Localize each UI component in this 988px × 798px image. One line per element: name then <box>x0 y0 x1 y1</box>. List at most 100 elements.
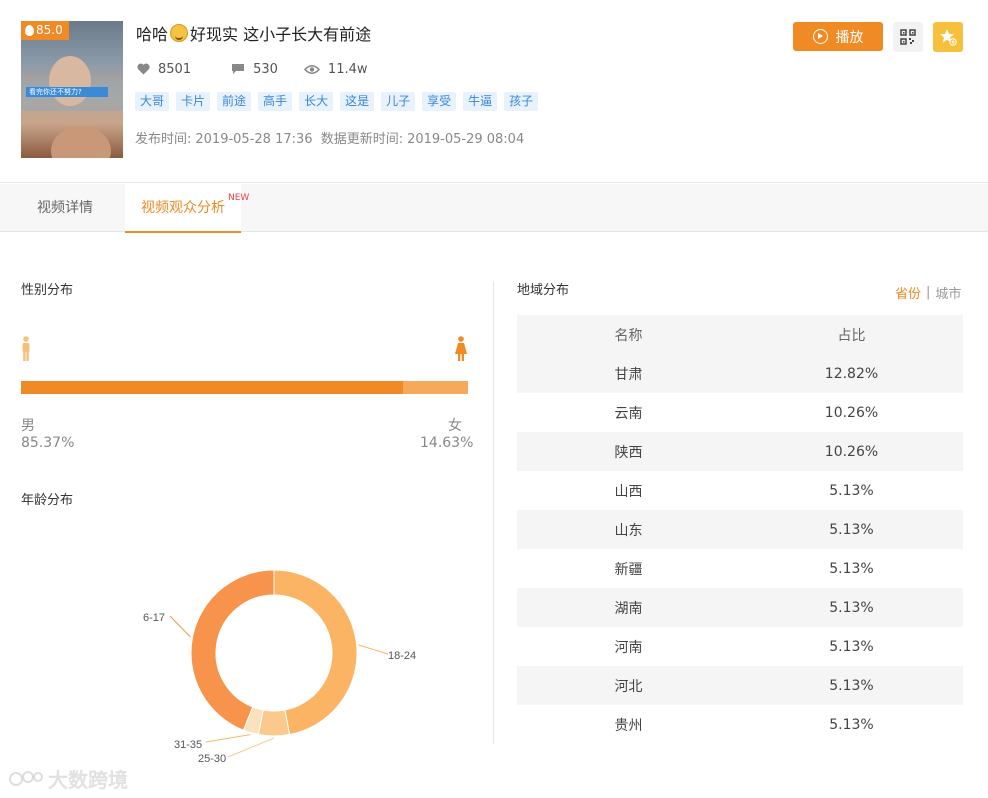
region-share: 5.13% <box>740 471 963 510</box>
donut-leader-line <box>227 737 275 758</box>
video-header: 看完你还不努力? 85.0 哈哈 好现实 这小子长大有前途 8501 530 1… <box>0 0 988 183</box>
table-row: 湖南 5.13% <box>517 588 963 627</box>
video-thumbnail[interactable]: 看完你还不努力? 85.0 <box>21 21 123 158</box>
toggle-province[interactable]: 省份 <box>895 283 921 302</box>
region-table: 名称 占比 甘肃 12.82% 云南 10.26% 陕西 10.26% 山西 5.13% 山东 5… <box>517 315 963 744</box>
watermark: 大数跨境 <box>8 764 128 793</box>
play-label: 播放 <box>835 29 864 46</box>
region-name: 甘肃 <box>517 354 740 393</box>
table-row: 河南 5.13% <box>517 627 963 666</box>
donut-slice-25-30[interactable] <box>257 709 291 737</box>
qr-code-button[interactable] <box>893 22 923 52</box>
tag-item[interactable]: 这是 <box>340 92 375 111</box>
male-ratio-fill <box>21 381 403 394</box>
grin-emoji-icon <box>170 24 189 42</box>
age-donut-svg: 18-24 25-30 31-35 6-17 <box>143 569 416 765</box>
likes-stat: 8501 <box>137 62 191 77</box>
tag-list: 大哥 卡片 前途 高手 长大 这是 儿子 享受 牛逼 孩子 <box>135 92 539 111</box>
tab-video-details[interactable]: 视频详情 <box>22 184 108 232</box>
female-percent: 14.63% <box>420 435 474 451</box>
region-name: 湖南 <box>517 588 740 627</box>
region-name: 河南 <box>517 627 740 666</box>
region-name: 山西 <box>517 471 740 510</box>
table-row: 山西 5.13% <box>517 471 963 510</box>
tag-item[interactable]: 儿子 <box>381 92 416 111</box>
update-label: 数据更新时间: <box>320 132 404 147</box>
age-section-title: 年龄分布 <box>21 493 74 508</box>
tab-bar: 视频详情 视频观众分析 <box>0 184 988 233</box>
table-row: 云南 10.26% <box>517 393 963 432</box>
tab-audience-analysis[interactable]: 视频观众分析 <box>125 184 241 233</box>
gender-section-title: 性别分布 <box>21 283 74 298</box>
score-value: 85.0 <box>36 23 63 37</box>
toggle-city[interactable]: 城市 <box>935 283 961 302</box>
table-row: 贵州 5.13% <box>517 705 963 744</box>
region-name: 新疆 <box>517 549 740 588</box>
region-name: 云南 <box>517 393 740 432</box>
eye-icon <box>303 64 320 74</box>
tag-item[interactable]: 牛逼 <box>463 92 498 111</box>
play-button[interactable]: 播放 <box>793 22 883 51</box>
star-add-icon <box>940 29 957 46</box>
views-stat: 11.4w <box>303 61 368 77</box>
table-row: 河北 5.13% <box>517 666 963 705</box>
male-label: 男 <box>21 418 35 434</box>
table-row: 山东 5.13% <box>517 510 963 549</box>
watermark-text: 大数跨境 <box>48 768 128 792</box>
comment-icon <box>232 64 245 74</box>
tag-item[interactable]: 孩子 <box>504 92 539 111</box>
region-share: 10.26% <box>740 393 963 432</box>
region-share: 5.13% <box>740 627 963 666</box>
likes-count: 8501 <box>158 61 192 77</box>
tag-item[interactable]: 卡片 <box>176 92 211 111</box>
donut-slice-6-17[interactable] <box>190 569 275 731</box>
section-divider <box>493 281 494 744</box>
play-icon <box>812 29 828 44</box>
tag-item[interactable]: 长大 <box>299 92 334 111</box>
toggle-separator: | <box>926 285 931 300</box>
views-count: 11.4w <box>327 61 368 77</box>
region-share: 5.13% <box>740 549 963 588</box>
region-share: 5.13% <box>740 588 963 627</box>
new-badge: NEW <box>228 193 250 203</box>
watermark-logo-icon <box>9 770 43 786</box>
video-title[interactable]: 哈哈 好现实 这小子长大有前途 <box>136 22 371 44</box>
thumb-caption: 看完你还不努力? <box>26 87 108 97</box>
region-name: 河北 <box>517 666 740 705</box>
region-name: 贵州 <box>517 705 740 744</box>
region-name: 山东 <box>517 510 740 549</box>
publish-label: 发布时间: <box>135 132 192 147</box>
column-header-name: 名称 <box>517 315 740 354</box>
region-share: 12.82% <box>740 354 963 393</box>
publish-time: 2019-05-28 17:36 <box>195 132 313 147</box>
donut-slice-18-24[interactable] <box>273 569 358 736</box>
score-badge: 85.0 <box>21 21 69 40</box>
video-stats: 8501 530 11.4w <box>137 60 388 78</box>
donut-label: 18-24 <box>388 650 416 662</box>
tag-item[interactable]: 大哥 <box>135 92 170 111</box>
tag-item[interactable]: 享受 <box>422 92 457 111</box>
table-row: 新疆 5.13% <box>517 549 963 588</box>
table-row: 陕西 10.26% <box>517 432 963 471</box>
flame-icon <box>25 25 34 36</box>
region-toggle: 省份 | 城市 <box>895 283 961 302</box>
table-row: 甘肃 12.82% <box>517 354 963 393</box>
region-share: 5.13% <box>740 666 963 705</box>
region-share: 5.13% <box>740 705 963 744</box>
male-percent: 85.37% <box>21 435 75 451</box>
male-icon <box>22 336 30 361</box>
tag-item[interactable]: 前途 <box>217 92 252 111</box>
female-icon <box>455 336 467 361</box>
comments-count: 530 <box>253 61 278 77</box>
tag-item[interactable]: 高手 <box>258 92 293 111</box>
region-name: 陕西 <box>517 432 740 471</box>
donut-label: 31-35 <box>174 739 202 751</box>
donut-label: 6-17 <box>143 612 165 624</box>
donut-leader-line <box>358 644 389 655</box>
thumb-face-2 <box>51 126 111 158</box>
column-header-share: 占比 <box>740 315 963 354</box>
region-share: 5.13% <box>740 510 963 549</box>
favorite-button[interactable] <box>933 22 963 52</box>
update-time: 2019-05-29 08:04 <box>407 132 525 147</box>
gender-ratio-bar <box>21 381 468 394</box>
